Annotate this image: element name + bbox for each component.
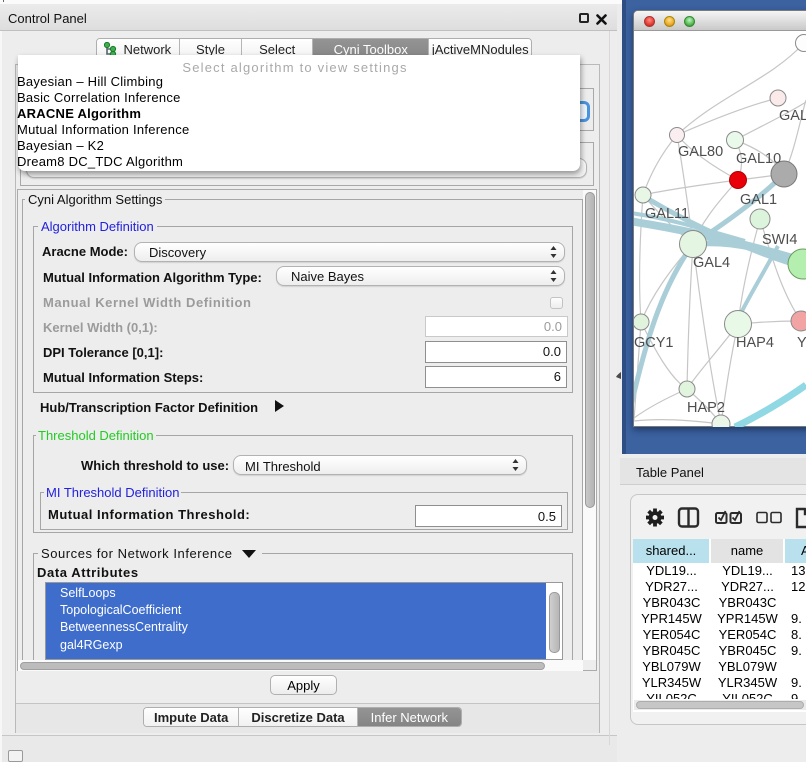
svg-text:GAL1: GAL1 (740, 192, 777, 208)
svg-text:Y: Y (797, 335, 806, 351)
svg-text:GAL11: GAL11 (645, 206, 689, 222)
svg-text:GAL10: GAL10 (736, 151, 781, 167)
svg-text:GCY1: GCY1 (634, 335, 674, 351)
svg-text:GAL: GAL (779, 108, 806, 124)
svg-text:GAL4: GAL4 (693, 255, 730, 271)
svg-text:HAP4: HAP4 (736, 335, 774, 351)
svg-text:HAP2: HAP2 (687, 400, 725, 416)
svg-text:SWI4: SWI4 (762, 232, 797, 248)
svg-text:GAL80: GAL80 (678, 144, 723, 160)
